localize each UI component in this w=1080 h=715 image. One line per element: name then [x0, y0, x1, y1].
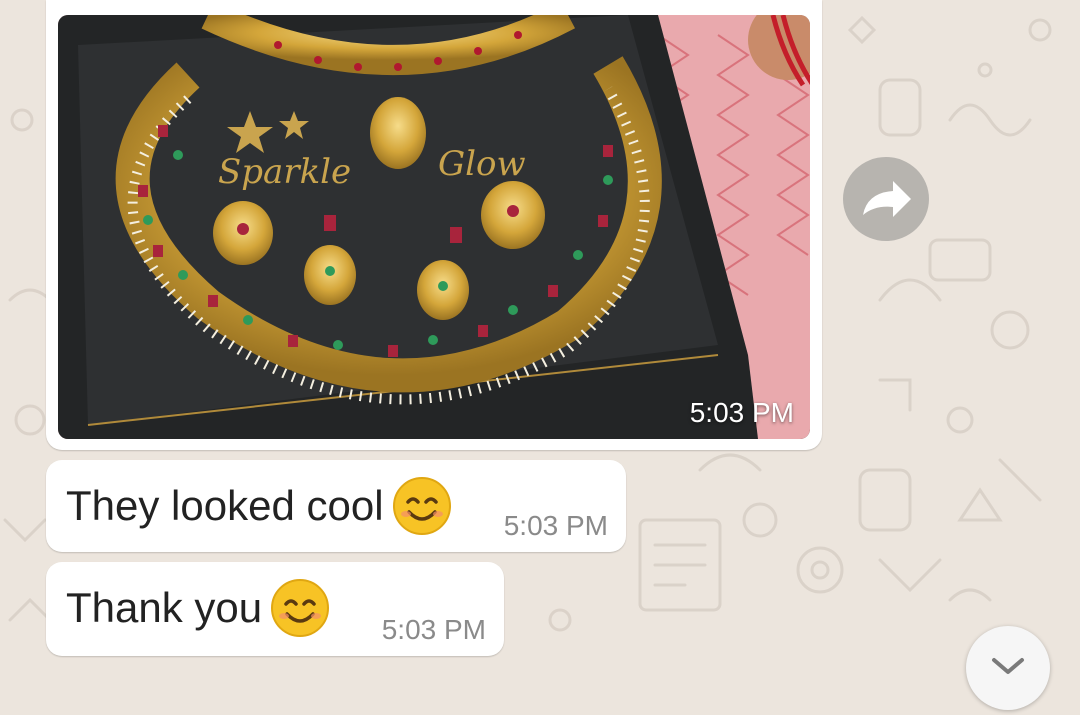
text-message-bubble[interactable]: They looked cool 5:03 PM	[46, 460, 626, 552]
smiling-face-emoji-icon	[393, 477, 451, 535]
jewelry-photo[interactable]: Sparkle Glow 5:03 PM	[58, 15, 810, 439]
image-message-timestamp: 5:03 PM	[689, 397, 794, 428]
message-timestamp: 5:03 PM	[381, 614, 486, 645]
message-text: Thank you	[66, 584, 263, 631]
image-message-bubble[interactable]: Sparkle Glow 5:03 PM	[46, 0, 822, 450]
message-timestamp: 5:03 PM	[503, 510, 608, 541]
message-text: They looked cool	[66, 482, 384, 529]
text-message-bubble[interactable]: Thank you 5:03 PM	[46, 562, 504, 656]
chevron-down-icon	[992, 658, 1024, 674]
forward-arrow-icon	[863, 181, 911, 217]
box-brand-left: Sparkle	[218, 152, 351, 192]
scroll-to-bottom-button[interactable]	[966, 626, 1050, 710]
forward-button[interactable]	[843, 157, 929, 241]
smiling-face-emoji-icon	[271, 579, 329, 637]
jewelry-photo-illustration: Sparkle Glow	[58, 15, 810, 439]
box-brand-right: Glow	[438, 144, 526, 184]
